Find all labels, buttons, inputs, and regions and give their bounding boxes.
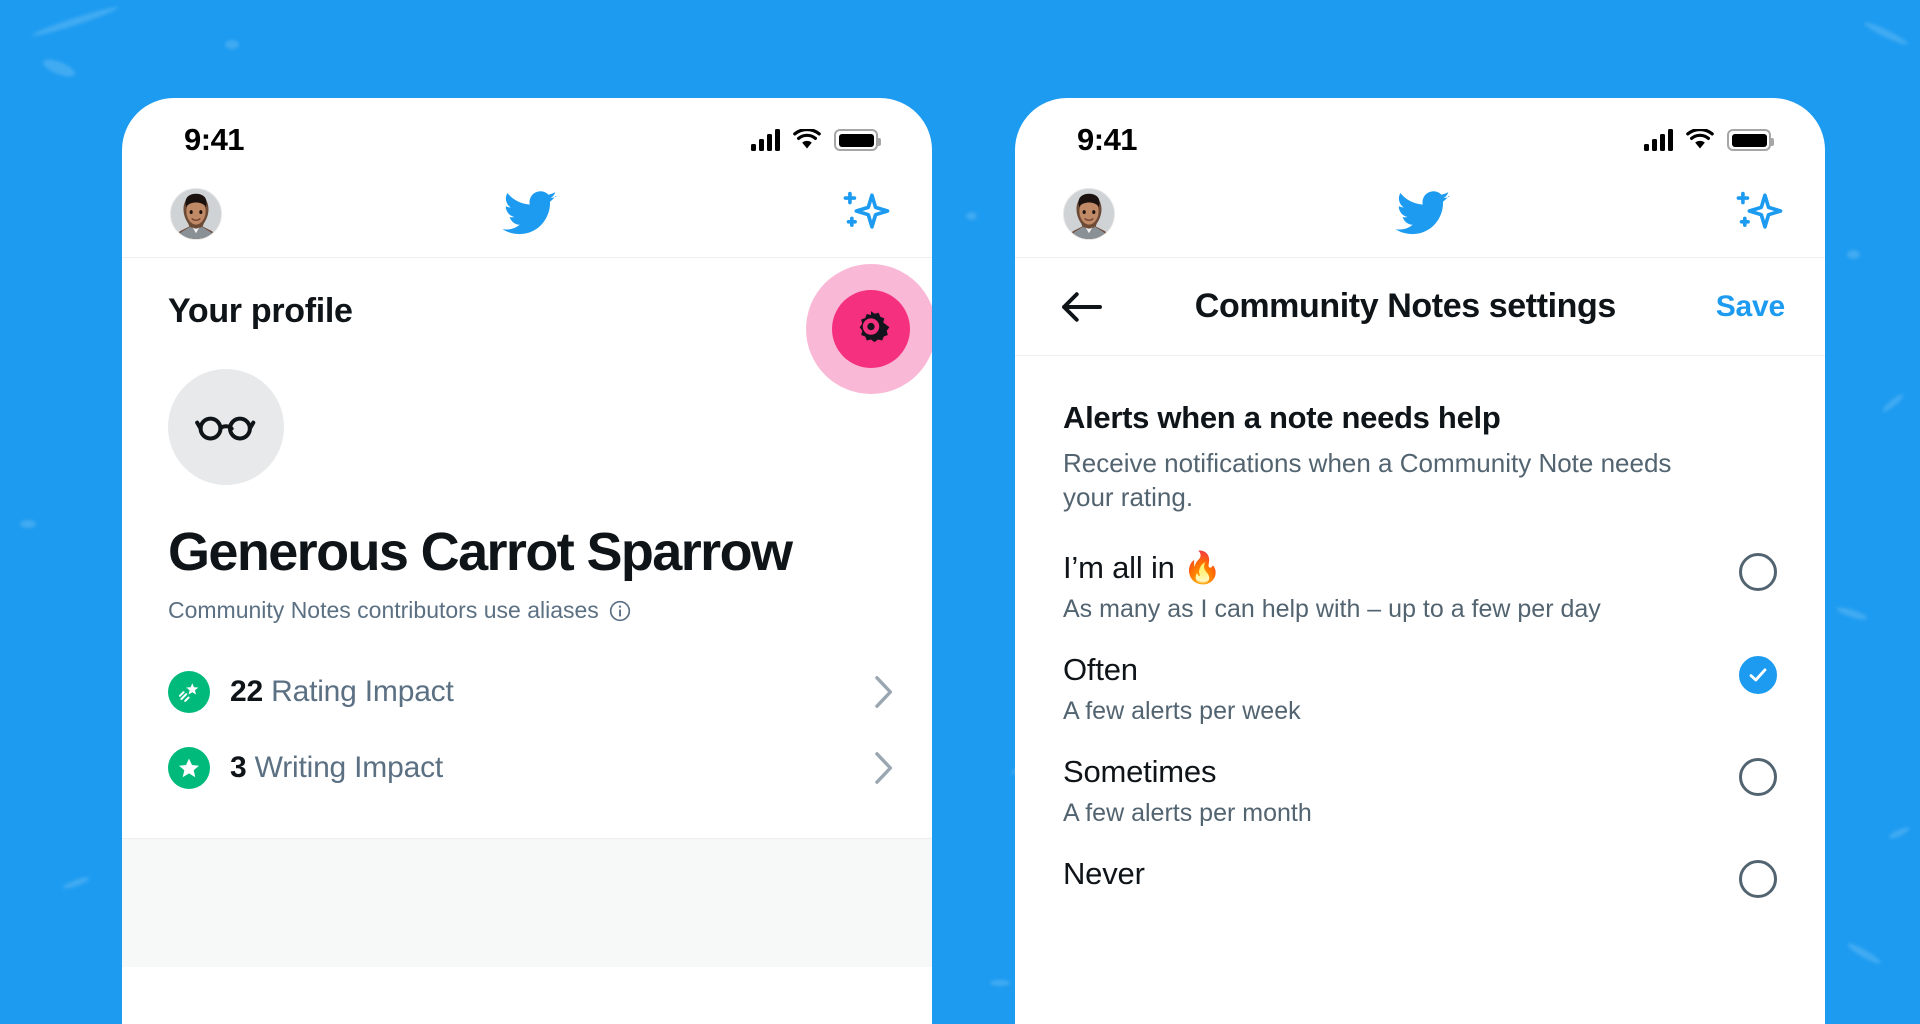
impact-row-writing[interactable]: 3 Writing Impact xyxy=(122,730,932,806)
alias-avatar xyxy=(168,369,284,485)
impact-writing-text: 3 Writing Impact xyxy=(230,751,854,785)
shooting-star-icon xyxy=(178,683,199,702)
radio-checked-icon[interactable] xyxy=(1739,655,1777,694)
option-texts: I’m all in 🔥 As many as I can help with … xyxy=(1063,549,1739,624)
status-icons xyxy=(1644,129,1774,151)
status-bar: 9:41 xyxy=(122,98,932,170)
option-texts: Sometimes A few alerts per month xyxy=(1063,754,1739,828)
app-top-bar xyxy=(122,170,932,258)
option-label: Never xyxy=(1063,855,1145,891)
option-texts: Never xyxy=(1063,856,1739,901)
chevron-right-icon xyxy=(875,752,893,784)
section-title: Alerts when a note needs help xyxy=(1063,400,1501,435)
star-icon xyxy=(179,758,199,778)
settings-tap-highlight xyxy=(806,264,932,394)
profile-header: Your profile xyxy=(122,258,932,394)
battery-icon xyxy=(834,129,881,151)
option-row-all-in[interactable]: I’m all in 🔥 As many as I can help with … xyxy=(1063,549,1777,624)
chevron-right-icon xyxy=(875,676,893,708)
settings-nav-bar: Community Notes settings Save xyxy=(1015,258,1825,356)
shooting-star-badge xyxy=(168,671,210,713)
sparkles-icon[interactable] xyxy=(1731,188,1785,240)
page-title: Your profile xyxy=(168,292,353,330)
sparkles-icon[interactable] xyxy=(838,188,892,240)
option-sublabel: A few alerts per week xyxy=(1063,696,1301,725)
status-time: 9:41 xyxy=(1077,122,1138,157)
option-label: Often xyxy=(1063,651,1138,687)
cellular-signal-icon xyxy=(751,129,780,151)
alias-note-row: Community Notes contributors use aliases xyxy=(168,597,932,624)
option-texts: Often A few alerts per week xyxy=(1063,652,1739,726)
save-button[interactable]: Save xyxy=(1716,290,1785,324)
phone-right-settings-screen: 9:41 Community Notes settings Save Alert… xyxy=(1015,98,1825,1024)
impact-rating-text: 22 Rating Impact xyxy=(230,675,854,709)
info-circle-icon[interactable] xyxy=(609,600,631,622)
radio-unchecked-icon[interactable] xyxy=(1739,757,1777,796)
settings-body: Alerts when a note needs help Receive no… xyxy=(1015,356,1825,901)
twitter-bird-icon xyxy=(502,190,557,234)
content-placeholder xyxy=(122,839,932,967)
phone-left-profile-screen: 9:41 Your profile Generous Carrot Sparro… xyxy=(122,98,932,1024)
glasses-icon xyxy=(195,416,256,441)
impact-writing-label: Writing Impact xyxy=(254,751,444,784)
impact-rating-value: 22 xyxy=(230,675,263,708)
option-row-never[interactable]: Never xyxy=(1063,856,1777,901)
alias-note-text: Community Notes contributors use aliases xyxy=(168,597,599,623)
battery-icon xyxy=(1727,129,1774,151)
status-bar: 9:41 xyxy=(1015,98,1825,170)
settings-button[interactable] xyxy=(832,290,910,368)
radio-unchecked-icon[interactable] xyxy=(1739,552,1777,591)
section-description: Receive notifications when a Community N… xyxy=(1063,448,1672,513)
option-sublabel: A few alerts per month xyxy=(1063,798,1312,827)
option-row-often[interactable]: Often A few alerts per week xyxy=(1063,652,1777,726)
gear-icon xyxy=(859,311,890,343)
alert-frequency-options: I’m all in 🔥 As many as I can help with … xyxy=(1063,549,1777,901)
status-time: 9:41 xyxy=(184,122,245,157)
wifi-icon xyxy=(793,129,821,149)
option-label: Sometimes xyxy=(1063,753,1217,789)
check-icon xyxy=(1749,668,1767,682)
impact-list: 22 Rating Impact 3 Writing Impact xyxy=(122,654,932,806)
app-top-bar xyxy=(1015,170,1825,258)
option-row-sometimes[interactable]: Sometimes A few alerts per month xyxy=(1063,754,1777,828)
radio-unchecked-icon[interactable] xyxy=(1739,859,1777,898)
avatar[interactable] xyxy=(1063,187,1115,240)
cellular-signal-icon xyxy=(1644,129,1673,151)
option-sublabel: As many as I can help with – up to a few… xyxy=(1063,594,1601,623)
alias-name: Generous Carrot Sparrow xyxy=(168,522,793,582)
settings-title: Community Notes settings xyxy=(1194,287,1617,325)
impact-rating-label: Rating Impact xyxy=(271,675,454,708)
impact-row-rating[interactable]: 22 Rating Impact xyxy=(122,654,932,730)
impact-writing-value: 3 xyxy=(230,751,247,784)
star-badge xyxy=(168,747,210,789)
status-icons xyxy=(751,129,881,151)
twitter-bird-icon xyxy=(1395,190,1450,234)
avatar[interactable] xyxy=(170,187,222,240)
wifi-icon xyxy=(1686,129,1714,149)
option-label: I’m all in 🔥 xyxy=(1063,549,1222,585)
